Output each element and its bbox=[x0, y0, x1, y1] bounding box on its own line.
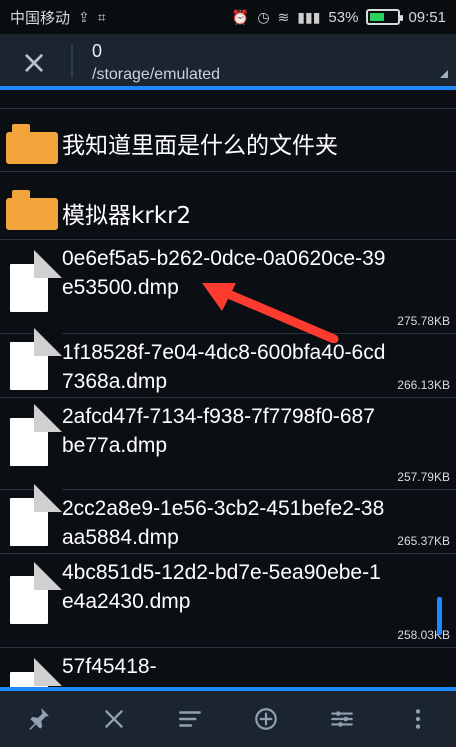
sort-icon[interactable] bbox=[168, 697, 212, 741]
file-name: 2cc2a8e9-1e56-3cb2-451befe2-38aa5884.dmp bbox=[62, 497, 385, 549]
add-circle-icon[interactable] bbox=[244, 697, 288, 741]
list-item[interactable] bbox=[0, 90, 456, 109]
file-name: 4bc851d5-12d2-bd7e-5ea90ebe-1e4a2430.dmp bbox=[62, 561, 381, 613]
current-path[interactable]: /storage/emulated bbox=[92, 66, 220, 84]
folder-row[interactable]: 模拟器krkr2 bbox=[0, 172, 456, 240]
battery-icon bbox=[366, 9, 404, 25]
file-size: 265.37KB bbox=[397, 534, 450, 548]
close-icon[interactable]: × bbox=[16, 44, 52, 80]
file-row[interactable]: 2cc2a8e9-1e56-3cb2-451befe2-38aa5884.dmp… bbox=[0, 490, 456, 554]
wifi-icon: ≋ bbox=[277, 8, 290, 25]
usb-icon: ⇪ bbox=[78, 8, 90, 25]
file-icon bbox=[10, 418, 48, 466]
folder-name: 模拟器krkr2 bbox=[62, 203, 192, 229]
file-name: 1f18528f-7e04-4dc8-600bfa40-6cd7368a.dmp bbox=[62, 341, 386, 393]
folder-icon bbox=[6, 124, 58, 164]
screenshot-icon: ⌗ bbox=[97, 8, 106, 25]
alarm-icon: ⏰ bbox=[231, 8, 250, 25]
file-size: 275.78KB bbox=[397, 314, 450, 328]
file-icon bbox=[10, 264, 48, 312]
file-row[interactable]: 57f45418- bbox=[0, 648, 456, 687]
file-icon bbox=[10, 342, 48, 390]
file-list[interactable]: 我知道里面是什么的文件夹 模拟器krkr2 0e6ef5a5-b262-0dce… bbox=[0, 90, 456, 687]
file-size: 257.79KB bbox=[397, 470, 450, 484]
carrier-name: 中国移动 bbox=[10, 9, 71, 27]
battery-percent: 53% bbox=[328, 8, 359, 26]
folder-icon bbox=[6, 190, 58, 230]
status-time: 09:51 bbox=[408, 8, 446, 26]
close-icon[interactable] bbox=[92, 697, 136, 741]
path-corner-indicator bbox=[440, 70, 448, 78]
clock-icon: ◷ bbox=[257, 8, 270, 25]
file-icon bbox=[10, 498, 48, 546]
file-icon bbox=[10, 672, 48, 687]
file-size: 258.03KB bbox=[397, 628, 450, 642]
file-name: 0e6ef5a5-b262-0dce-0a0620ce-39e53500.dmp bbox=[62, 247, 386, 299]
file-row[interactable]: 4bc851d5-12d2-bd7e-5ea90ebe-1e4a2430.dmp… bbox=[0, 554, 456, 648]
toolbar-title: 0 bbox=[92, 41, 103, 61]
filter-icon[interactable] bbox=[320, 697, 364, 741]
status-bar: 中国移动 ⇪ ⌗ ⏰ ◷ ≋ ▮▮▮ 53% 09:51 bbox=[0, 0, 456, 34]
battery-fill bbox=[370, 13, 385, 21]
folder-row[interactable]: 我知道里面是什么的文件夹 bbox=[0, 108, 456, 172]
file-row[interactable]: 1f18528f-7e04-4dc8-600bfa40-6cd7368a.dmp… bbox=[0, 334, 456, 398]
folder-name: 我知道里面是什么的文件夹 bbox=[62, 133, 338, 159]
file-name: 57f45418- bbox=[62, 655, 157, 678]
file-row[interactable]: 0e6ef5a5-b262-0dce-0a0620ce-39e53500.dmp… bbox=[0, 240, 456, 334]
cell-signal-icon: ▮▮▮ bbox=[297, 8, 321, 25]
scrollbar[interactable] bbox=[437, 597, 442, 635]
file-icon bbox=[10, 576, 48, 624]
bottom-toolbar bbox=[0, 687, 456, 747]
file-size: 266.13KB bbox=[397, 378, 450, 392]
file-row[interactable]: 2afcd47f-7134-f938-7f7798f0-687be77a.dmp… bbox=[0, 398, 456, 490]
file-name: 2afcd47f-7134-f938-7f7798f0-687be77a.dmp bbox=[62, 405, 375, 457]
pin-icon[interactable] bbox=[16, 697, 60, 741]
toolbar-divider bbox=[71, 44, 73, 78]
status-right: ⏰ ◷ ≋ ▮▮▮ 53% 09:51 bbox=[232, 9, 446, 26]
toolbar: × 0 /storage/emulated bbox=[0, 34, 456, 90]
more-vert-icon[interactable] bbox=[396, 697, 440, 741]
status-left: 中国移动 ⇪ ⌗ bbox=[10, 7, 106, 28]
